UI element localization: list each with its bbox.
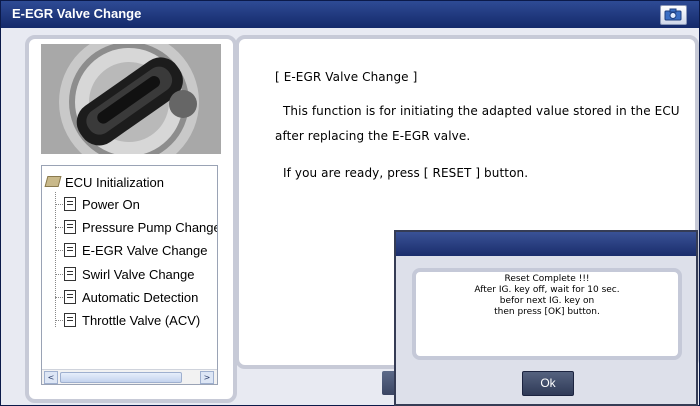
tree-item-pressure-pump-change[interactable]: Pressure Pump Change xyxy=(64,220,218,235)
scroll-right-button[interactable]: > xyxy=(200,371,214,384)
left-panel: ECU Initialization Power On Pressure Pum… xyxy=(25,35,237,403)
dialog-message-line-1: Reset Complete !!! xyxy=(504,274,590,284)
tree-branch xyxy=(55,204,63,205)
dialog-title-bar xyxy=(396,232,696,256)
description-line-2: after replacing the E-EGR valve. xyxy=(275,129,471,143)
instruction-line: If you are ready, press [ RESET ] button… xyxy=(283,166,529,180)
tree-branch xyxy=(55,227,63,228)
title-bar: E-EGR Valve Change xyxy=(1,1,699,28)
horizontal-scrollbar[interactable]: < > xyxy=(42,369,217,384)
folder-icon xyxy=(44,176,62,187)
scroll-thumb[interactable] xyxy=(60,372,182,383)
app-window: E-EGR Valve Change ECU Initialization Po… xyxy=(0,0,700,406)
tree-item-label: Swirl Valve Change xyxy=(82,267,195,282)
function-tree: ECU Initialization Power On Pressure Pum… xyxy=(41,165,218,385)
document-icon xyxy=(64,243,76,257)
document-icon xyxy=(64,267,76,281)
tree-item-throttle-valve[interactable]: Throttle Valve (ACV) xyxy=(64,313,200,328)
dialog-message-line-2: After IG. key off, wait for 10 sec. xyxy=(474,285,620,295)
tree-item-label: Pressure Pump Change xyxy=(82,220,218,235)
function-heading: [ E-EGR Valve Change ] xyxy=(275,70,418,84)
scroll-left-button[interactable]: < xyxy=(44,371,58,384)
description-line-1: This function is for initiating the adap… xyxy=(283,104,680,118)
tree-item-swirl-valve-change[interactable]: Swirl Valve Change xyxy=(64,267,194,282)
tree-branch xyxy=(55,250,63,251)
tree-branch xyxy=(55,320,63,321)
tree-branch xyxy=(55,274,63,275)
tree-item-e-egr-valve-change[interactable]: E-EGR Valve Change xyxy=(64,243,208,258)
tree-item-label: E-EGR Valve Change xyxy=(82,243,208,258)
document-icon xyxy=(64,290,76,304)
dialog-message-line-4: then press [OK] button. xyxy=(494,307,600,317)
tree-root[interactable]: ECU Initialization xyxy=(44,175,164,190)
tree-root-label: ECU Initialization xyxy=(65,175,164,190)
ok-button[interactable]: Ok xyxy=(522,371,574,396)
document-icon xyxy=(64,313,76,327)
dialog-message-box: Reset Complete !!! After IG. key off, wa… xyxy=(412,268,682,360)
tree-item-automatic-detection[interactable]: Automatic Detection xyxy=(64,290,198,305)
reset-complete-dialog: Reset Complete !!! After IG. key off, wa… xyxy=(394,230,698,406)
window-title: E-EGR Valve Change xyxy=(12,6,142,21)
tree-item-label: Throttle Valve (ACV) xyxy=(82,313,201,328)
tree-connector xyxy=(55,192,56,327)
dialog-message-line-3: befor next IG. key on xyxy=(499,296,595,306)
tree-branch xyxy=(55,297,63,298)
ignition-key-image xyxy=(41,44,221,154)
camera-icon[interactable] xyxy=(660,5,687,25)
tree-item-label: Power On xyxy=(82,197,140,212)
tree-item-power-on[interactable]: Power On xyxy=(64,197,140,212)
tree-item-label: Automatic Detection xyxy=(82,290,199,305)
document-icon xyxy=(64,197,76,211)
document-icon xyxy=(64,220,76,234)
